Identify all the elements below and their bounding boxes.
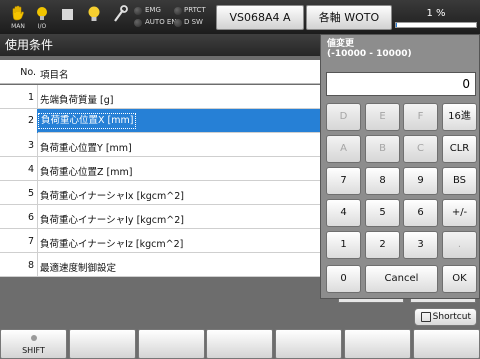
- value-change-keypad: 値変更 (-10000 - 10000) 0 D E F 16進 A B C C…: [320, 34, 480, 299]
- function-key-f5[interactable]: [275, 329, 342, 359]
- hand-icon[interactable]: MAN: [6, 4, 30, 30]
- row-number: 2: [0, 109, 37, 133]
- row-item-name: 負荷重心位置Z [mm]: [40, 167, 133, 178]
- key-a[interactable]: A: [326, 135, 361, 163]
- table-header: No. 項目名: [0, 60, 320, 84]
- auto-en-label: AUTO EN: [145, 18, 177, 26]
- row-divider: [37, 181, 38, 205]
- speed-progress: 1 %: [395, 6, 477, 28]
- progress-fill: [396, 23, 397, 27]
- ok-button[interactable]: OK: [442, 265, 477, 293]
- mode-label: MAN: [11, 23, 25, 30]
- row-number: 3: [27, 140, 34, 151]
- clear-button[interactable]: CLR: [442, 135, 477, 163]
- key-5[interactable]: 5: [365, 199, 400, 227]
- row-item-name: 負荷重心イナーシャIx [kgcm^2]: [40, 191, 184, 202]
- row-divider: [37, 205, 38, 229]
- status-bar: MAN I/O EMG AUTO EN PRTCT D SW VS068A4 A…: [0, 0, 480, 34]
- table-row[interactable]: 1 先端負荷質量 [g]: [0, 85, 320, 109]
- row-divider: [37, 229, 38, 253]
- table-row[interactable]: 7 負荷重心イナーシャIz [kgcm^2]: [0, 229, 320, 253]
- row-item-name: 負荷重心イナーシャIz [kgcm^2]: [40, 239, 184, 250]
- shortcut-icon: [421, 312, 431, 322]
- hidden-button-edge: [338, 299, 404, 303]
- key-b[interactable]: B: [365, 135, 400, 163]
- row-divider: [37, 133, 38, 157]
- auto-en-led: [134, 19, 142, 27]
- lightbulb-icon[interactable]: [82, 4, 106, 30]
- key-9[interactable]: 9: [403, 167, 438, 195]
- value-display[interactable]: 0: [326, 72, 476, 96]
- shortcut-button[interactable]: Shortcut: [414, 308, 477, 326]
- progress-text: 1 %: [426, 8, 446, 19]
- key-8[interactable]: 8: [365, 167, 400, 195]
- table-row[interactable]: 5 負荷重心イナーシャIx [kgcm^2]: [0, 181, 320, 205]
- hidden-button-edge: [410, 299, 476, 303]
- wrench-icon[interactable]: [108, 4, 132, 30]
- function-key-f3[interactable]: [138, 329, 205, 359]
- row-divider: [37, 253, 38, 277]
- table-row[interactable]: 6 負荷重心イナーシャIy [kgcm^2]: [0, 205, 320, 229]
- row-item-name: 負荷重心位置X [mm]: [38, 113, 137, 129]
- prtct-led: [174, 7, 182, 15]
- io-label: I/O: [37, 23, 47, 30]
- f1-label: SHIFT: [22, 346, 45, 355]
- row-item-name: 先端負荷質量 [g]: [40, 95, 114, 106]
- key-f[interactable]: F: [403, 103, 438, 131]
- row-number: 4: [27, 164, 34, 175]
- key-d[interactable]: D: [326, 103, 361, 131]
- row-divider: [37, 85, 38, 109]
- row-item-name: 負荷重心位置Y [mm]: [40, 143, 132, 154]
- row-number: 7: [27, 236, 34, 247]
- key-6[interactable]: 6: [403, 199, 438, 227]
- function-key-f7[interactable]: [413, 329, 480, 359]
- key-c[interactable]: C: [403, 135, 438, 163]
- key-1[interactable]: 1: [326, 231, 361, 259]
- stop-square-icon[interactable]: [56, 4, 80, 30]
- key-7[interactable]: 7: [326, 167, 361, 195]
- key-2[interactable]: 2: [365, 231, 400, 259]
- function-key-f6[interactable]: [344, 329, 411, 359]
- row-number: 5: [27, 188, 34, 199]
- row-number: 8: [27, 260, 34, 271]
- row-number: 1: [27, 92, 34, 103]
- prtct-label: PRTCT: [184, 6, 206, 14]
- key-3[interactable]: 3: [403, 231, 438, 259]
- emg-led: [134, 7, 142, 15]
- emg-label: EMG: [145, 6, 161, 14]
- shift-indicator-icon: [31, 335, 37, 341]
- column-header-name: 項目名: [40, 70, 69, 81]
- progress-track: [395, 22, 477, 28]
- sign-toggle-button[interactable]: +/-: [442, 199, 477, 227]
- hex-mode-button[interactable]: 16進: [442, 103, 477, 131]
- io-icon[interactable]: I/O: [30, 4, 54, 30]
- dsw-led: [174, 19, 182, 27]
- key-e[interactable]: E: [365, 103, 400, 131]
- table-row[interactable]: 3 負荷重心位置Y [mm]: [0, 133, 320, 157]
- keypad-title-text: 値変更: [327, 39, 355, 49]
- function-key-f4[interactable]: [206, 329, 273, 359]
- page-title: 使用条件: [0, 34, 320, 56]
- cancel-button[interactable]: Cancel: [365, 265, 438, 293]
- key-0[interactable]: 0: [326, 265, 361, 293]
- column-header-no: No.: [20, 67, 36, 78]
- key-4[interactable]: 4: [326, 199, 361, 227]
- table-row[interactable]: 2 負荷重心位置X [mm]: [0, 109, 320, 133]
- shortcut-label: Shortcut: [432, 312, 471, 322]
- row-item-name: 最適速度制御設定: [40, 263, 117, 274]
- row-number: 6: [27, 212, 34, 223]
- keypad-title: 値変更 (-10000 - 10000): [327, 39, 412, 59]
- function-key-f2[interactable]: [69, 329, 136, 359]
- decimal-point-button[interactable]: .: [442, 231, 477, 259]
- keypad-range: (-10000 - 10000): [327, 49, 412, 59]
- dsw-label: D SW: [184, 18, 203, 26]
- axis-mode-button[interactable]: 各軸 WOTO: [306, 5, 392, 30]
- row-item-name: 負荷重心イナーシャIy [kgcm^2]: [40, 215, 184, 226]
- row-divider: [37, 157, 38, 181]
- function-key-f1[interactable]: SHIFT: [0, 329, 67, 359]
- table-row[interactable]: 8 最適速度制御設定: [0, 253, 320, 277]
- table-row[interactable]: 4 負荷重心位置Z [mm]: [0, 157, 320, 181]
- backspace-button[interactable]: BS: [442, 167, 477, 195]
- robot-model-button[interactable]: VS068A4 A: [216, 5, 304, 30]
